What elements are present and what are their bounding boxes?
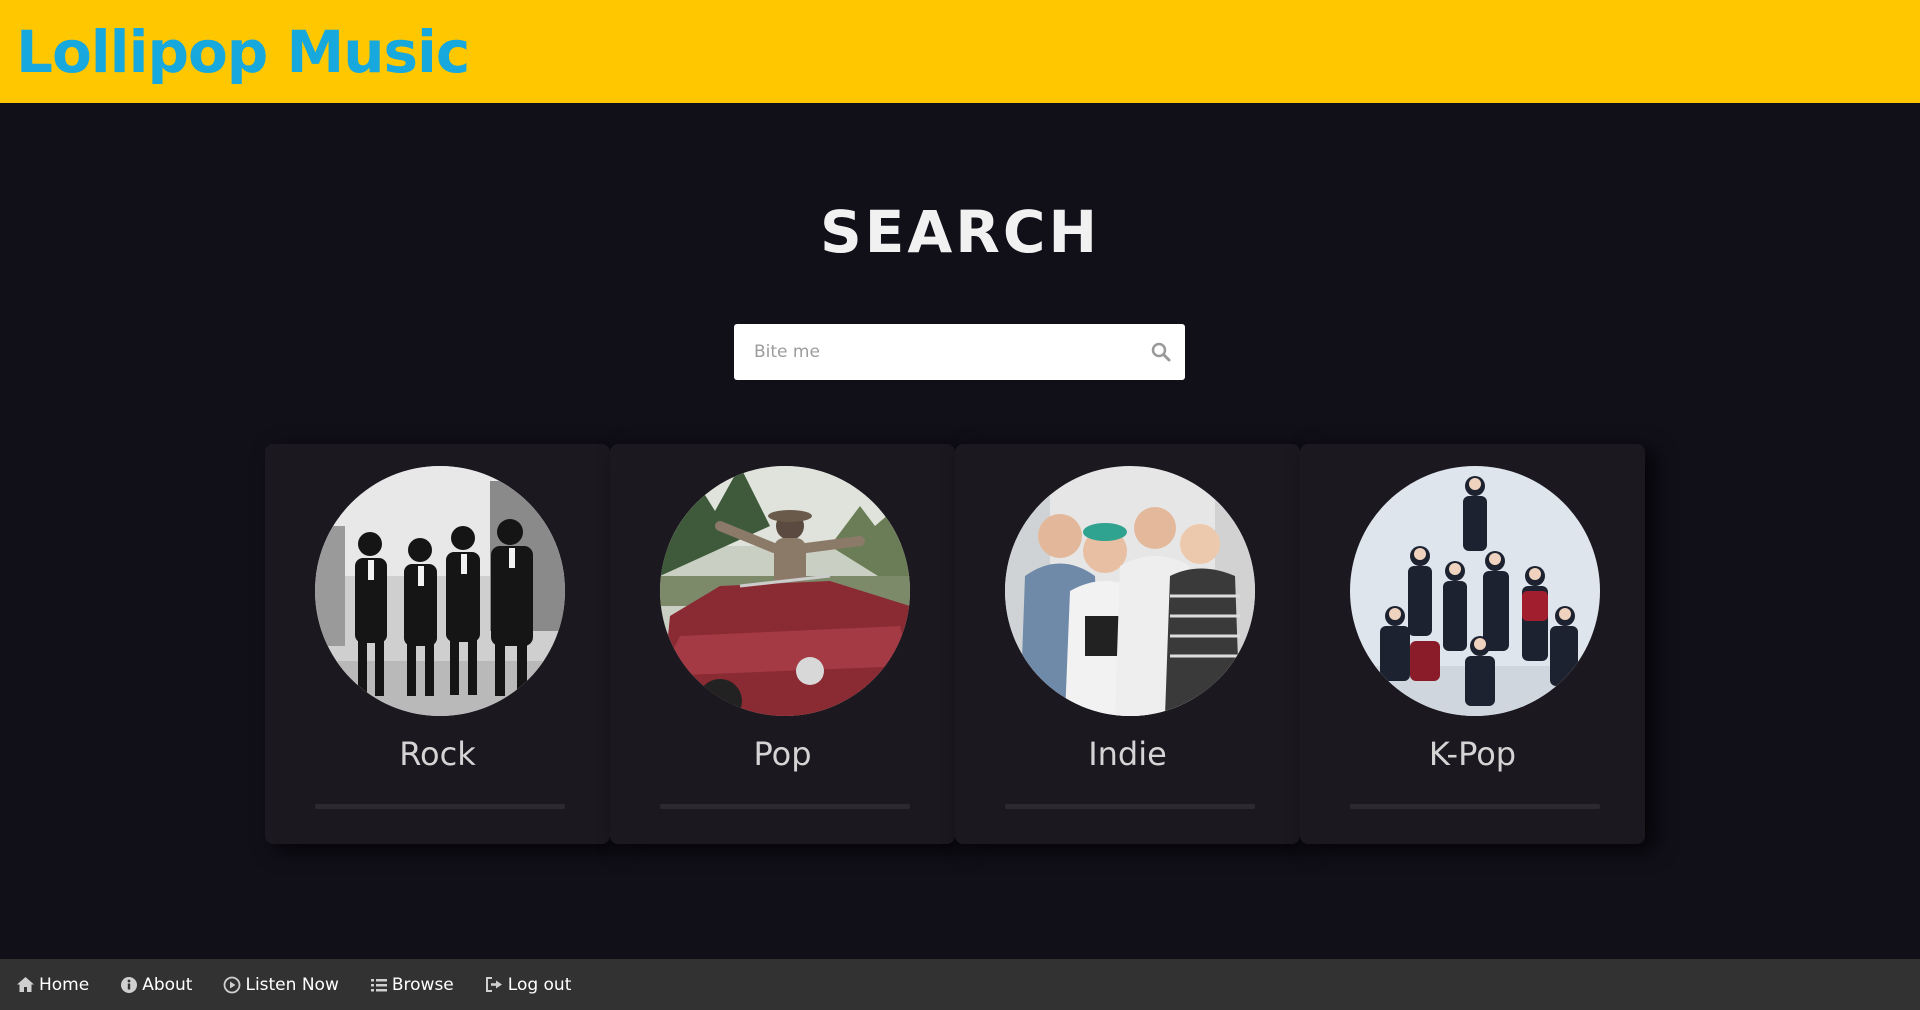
genre-card-kpop[interactable]: K-Pop	[1300, 444, 1645, 844]
bottom-nav: Home About Listen Now Browse Log out	[0, 959, 1920, 1010]
nav-home-label: Home	[39, 974, 90, 995]
nav-browse[interactable]: Browse	[370, 975, 454, 995]
nav-about[interactable]: About	[120, 975, 192, 995]
genre-image-pop[interactable]	[660, 466, 910, 716]
card-divider	[315, 804, 565, 809]
nav-listen-now[interactable]: Listen Now	[223, 974, 339, 995]
nav-about-label: About	[142, 974, 193, 995]
top-bar: Lollipop Music	[0, 0, 1920, 103]
nav-log-out[interactable]: Log out	[485, 974, 572, 995]
brand-logo[interactable]: Lollipop Music	[16, 18, 470, 86]
search-icon[interactable]	[1137, 324, 1185, 380]
page-title: SEARCH	[819, 198, 1101, 266]
genre-image-rock[interactable]	[315, 466, 565, 716]
genre-card-rock[interactable]: Rock	[265, 444, 610, 844]
nav-listen-now-label: Listen Now	[245, 974, 339, 995]
main-content: SEARCH Bite me Rock Pop Indie K-Pop	[0, 103, 1920, 959]
genre-image-indie[interactable]	[1005, 466, 1255, 716]
card-divider	[660, 804, 910, 809]
genre-label: Pop	[753, 735, 812, 773]
genre-cards: Rock Pop Indie K-Pop	[265, 444, 1650, 844]
search-bar	[734, 324, 1185, 380]
nav-browse-label: Browse	[391, 974, 454, 995]
genre-label: K-Pop	[1428, 735, 1517, 773]
search-input[interactable]	[734, 324, 1137, 380]
genre-card-pop[interactable]: Pop	[610, 444, 955, 844]
genre-card-indie[interactable]: Indie	[955, 444, 1300, 844]
card-divider	[1350, 804, 1600, 809]
play-circle-icon	[224, 976, 241, 993]
genre-label: Indie	[1088, 735, 1167, 773]
genre-label: Rock	[399, 735, 476, 773]
sign-out-icon	[485, 977, 502, 992]
nav-home[interactable]: Home	[16, 975, 89, 995]
nav-log-out-label: Log out	[507, 974, 572, 995]
info-icon	[121, 976, 138, 993]
home-icon	[17, 977, 34, 992]
genre-image-kpop[interactable]	[1350, 466, 1600, 716]
list-icon	[370, 978, 387, 991]
card-divider	[1005, 804, 1255, 809]
